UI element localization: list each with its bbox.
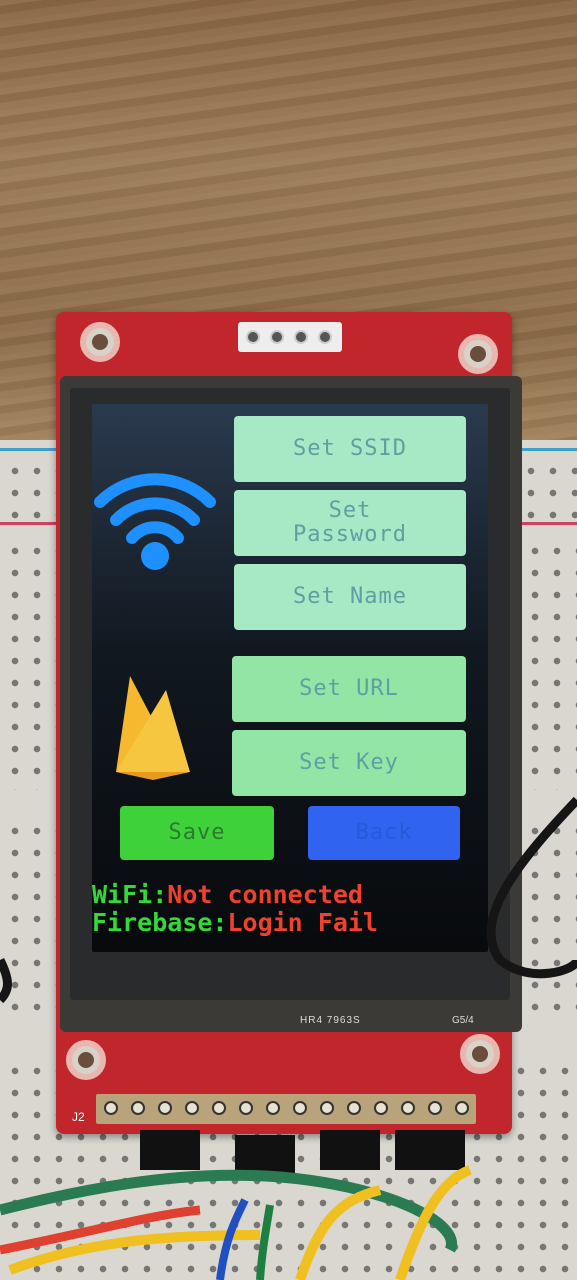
- dupont-connector: [140, 1130, 200, 1170]
- dupont-connector: [395, 1130, 465, 1170]
- black-wire: [486, 796, 577, 979]
- black-wire: [0, 957, 12, 1004]
- jumper-wires: [0, 796, 577, 1280]
- yellow-wire: [295, 1185, 382, 1280]
- dupont-connector: [235, 1135, 295, 1175]
- green-wire: [256, 1204, 274, 1280]
- dupont-connector: [320, 1130, 380, 1170]
